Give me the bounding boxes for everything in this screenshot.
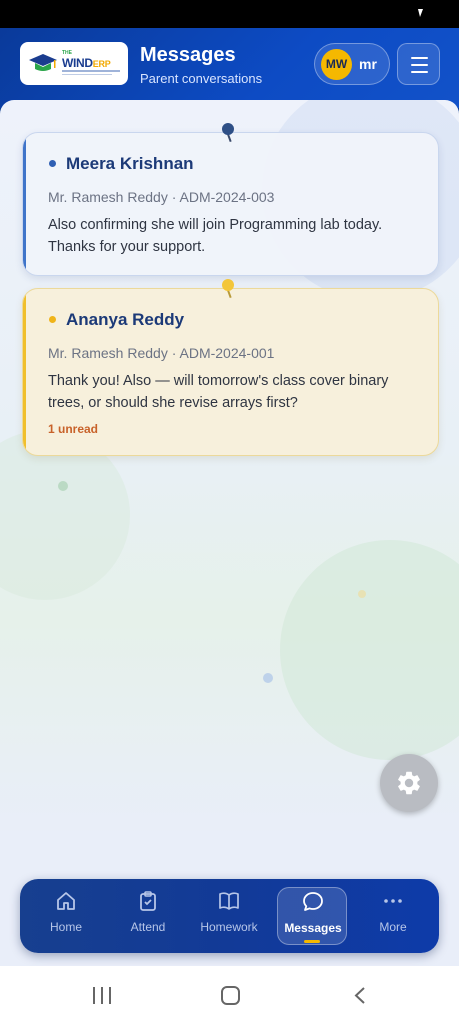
more-dots-icon [384, 899, 402, 903]
card-accent-bar [23, 133, 26, 275]
bottom-navigation: Home Attend Homework Messages More [20, 879, 439, 953]
message-preview: Also confirming she will join Programmin… [48, 217, 383, 255]
logo-brand: WINDERP [62, 56, 111, 70]
parent-name: Meera Krishnan [66, 154, 194, 173]
home-icon [57, 892, 75, 910]
nav-attend[interactable]: Attend [113, 879, 183, 953]
status-dot [49, 316, 56, 323]
system-navigation-bar [0, 966, 459, 1024]
chat-bubble-icon [303, 892, 323, 911]
background-blob [280, 540, 459, 760]
active-indicator [304, 940, 320, 943]
home-button-icon[interactable] [221, 986, 240, 1005]
nav-label: Home [49, 920, 82, 934]
clipboard-check-icon [140, 891, 156, 911]
background-dot [58, 481, 68, 491]
background-dot [263, 673, 273, 683]
nav-label: Messages [284, 921, 342, 935]
gear-icon [398, 771, 420, 795]
signal-icon [418, 9, 423, 17]
nav-home[interactable]: Home [31, 879, 101, 953]
logo-tagline [62, 74, 112, 75]
status-dot [49, 160, 56, 167]
user-name: mr [359, 56, 377, 72]
pin-icon [222, 279, 234, 291]
graduation-cap-icon [29, 54, 57, 71]
user-profile-button[interactable]: MW mr [314, 43, 390, 85]
conversation-meta: Mr. Ramesh Reddy · ADM-2024-003 [48, 189, 275, 205]
hamburger-icon [411, 57, 428, 59]
conversation-card[interactable]: Meera Krishnan Mr. Ramesh Reddy · ADM-20… [22, 132, 439, 276]
conversation-card[interactable]: Ananya Reddy Mr. Ramesh Reddy · ADM-2024… [22, 288, 439, 456]
card-accent-bar [23, 289, 26, 455]
settings-button[interactable] [380, 754, 438, 812]
app-logo[interactable]: THE WINDERP [20, 42, 128, 85]
back-icon[interactable] [354, 986, 366, 1005]
nav-more[interactable]: More [358, 879, 428, 953]
conversation-meta: Mr. Ramesh Reddy · ADM-2024-001 [48, 345, 275, 361]
book-icon [219, 892, 239, 910]
pin-icon [222, 123, 234, 135]
nav-homework[interactable]: Homework [194, 879, 264, 953]
unread-badge: 1 unread [48, 422, 99, 436]
status-bar [0, 0, 459, 28]
logo-divider [62, 70, 120, 72]
nav-label: Homework [200, 920, 258, 934]
menu-button[interactable] [397, 43, 440, 85]
page-subtitle: Parent conversations [140, 71, 263, 86]
nav-label: Attend [130, 920, 166, 934]
parent-name: Ananya Reddy [66, 310, 185, 329]
app-header: THE WINDERP Messages Parent conversation… [0, 28, 459, 108]
message-preview: Thank you! Also — will tomorrow's class … [48, 373, 389, 411]
page-title: Messages [140, 44, 236, 66]
avatar: MW [321, 49, 352, 80]
recents-icon[interactable] [93, 987, 111, 1004]
nav-messages[interactable]: Messages [277, 887, 347, 945]
nav-label: More [379, 920, 407, 934]
background-dot [358, 590, 366, 598]
